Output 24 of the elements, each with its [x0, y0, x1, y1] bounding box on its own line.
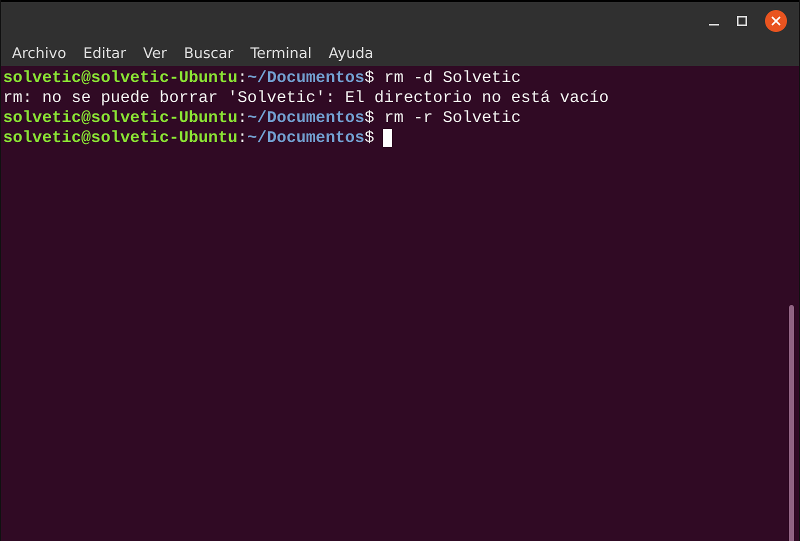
menu-item[interactable]: Buscar — [176, 46, 242, 62]
prompt-symbol: $ — [364, 128, 374, 148]
prompt-separator: : — [238, 68, 248, 88]
prompt-path: ~/Documentos — [247, 128, 365, 148]
prompt-path: ~/Documentos — [247, 68, 365, 88]
prompt-path: ~/Documentos — [247, 108, 365, 128]
menu-item[interactable]: Ayuda — [320, 46, 382, 62]
menu-item[interactable]: Ver — [135, 46, 176, 62]
menu-item[interactable]: Editar — [75, 46, 136, 62]
output-text: rm: no se puede borrar 'Solvetic': El directorio no está vacío — [3, 88, 609, 108]
close-icon[interactable] — [765, 10, 787, 32]
prompt-symbol: $ — [364, 108, 374, 128]
menu-item[interactable]: Terminal — [242, 46, 321, 62]
command-text: rm -r Solvetic — [383, 108, 521, 128]
prompt-user: solvetic@solvetic-Ubuntu — [3, 68, 238, 88]
prompt-symbol: $ — [364, 68, 374, 88]
prompt-separator: : — [238, 128, 248, 148]
menu-item[interactable]: Archivo — [4, 46, 76, 62]
prompt-user: solvetic@solvetic-Ubuntu — [3, 128, 238, 148]
maximize-icon[interactable] — [737, 16, 747, 26]
command-text: rm -d Solvetic — [383, 68, 521, 88]
prompt-user: solvetic@solvetic-Ubuntu — [3, 108, 238, 128]
prompt-separator: : — [238, 108, 248, 128]
scrollbar[interactable] — [789, 305, 794, 541]
